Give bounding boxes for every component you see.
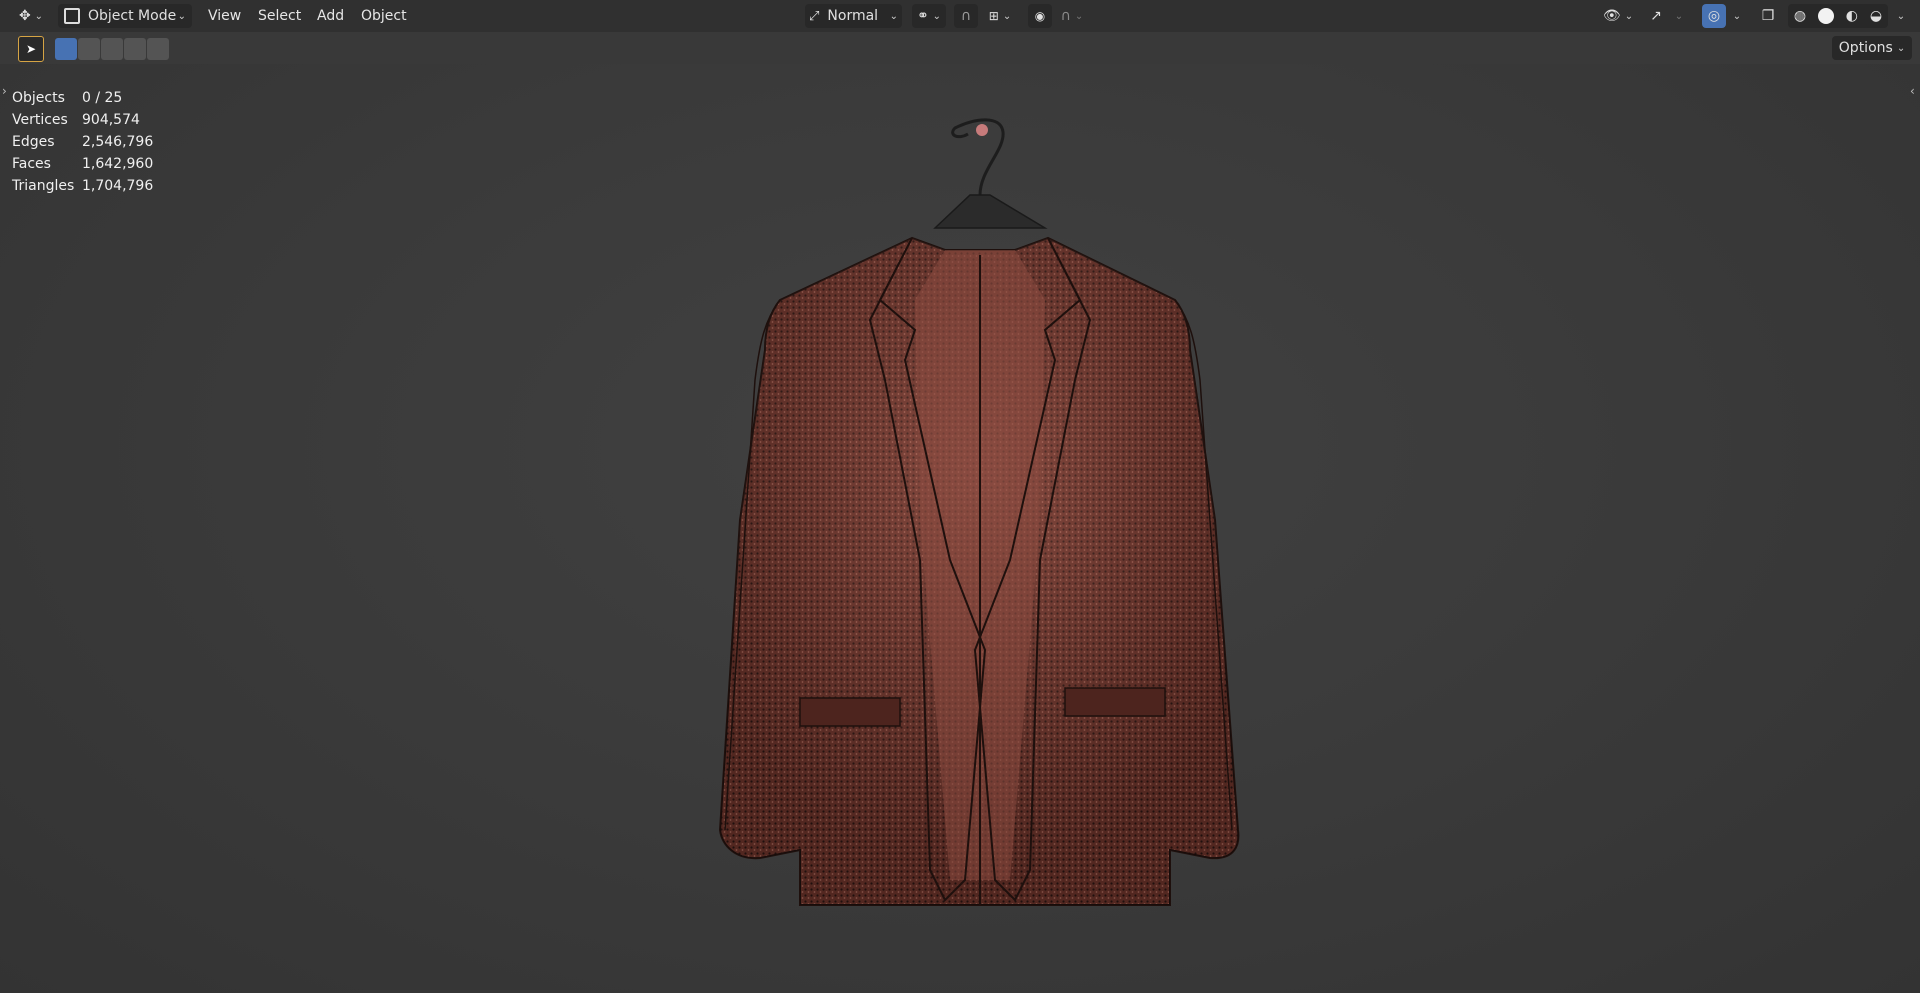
eye-icon: 👁 xyxy=(1602,8,1621,24)
transform-orientation-dropdown[interactable]: ⤢ Normal ⌄ xyxy=(805,4,902,28)
select-intersect-icon[interactable] xyxy=(147,38,169,60)
gizmo-toggle[interactable]: ↗ xyxy=(1644,4,1668,28)
stat-row-objects: Objects 0 / 25 xyxy=(12,90,123,106)
menu-view[interactable]: View xyxy=(202,4,247,28)
tool-header xyxy=(0,32,1920,64)
falloff-curve-icon: ∩ xyxy=(1060,8,1071,24)
jacket-body xyxy=(718,236,1240,906)
falloff-dropdown[interactable]: ∩ ⌄ xyxy=(1054,4,1090,28)
overlays-toggle[interactable]: ◎ xyxy=(1702,4,1726,28)
shading-mode-group: ◍ ◐ ◒ xyxy=(1788,4,1888,28)
rendered-shading-icon[interactable]: ◒ xyxy=(1870,8,1882,24)
menu-select[interactable]: Select xyxy=(252,4,307,28)
menu-add[interactable]: Add xyxy=(311,4,350,28)
material-shading-icon[interactable]: ◐ xyxy=(1846,8,1858,24)
menu-object[interactable]: Object xyxy=(355,4,413,28)
object-mode-icon xyxy=(64,8,80,24)
chevron-down-icon: ⌄ xyxy=(1674,10,1684,22)
hanger-origin-dot xyxy=(976,124,988,136)
xray-toggle[interactable]: ❐ xyxy=(1756,4,1780,28)
chevron-down-icon: ⌄ xyxy=(1002,10,1012,22)
shading-dropdown[interactable]: ⌄ xyxy=(1892,4,1910,28)
viewport-header: ✥ ⌄ Object Mode ⌄ View Select Add Object … xyxy=(0,0,1920,32)
editor-type-button[interactable]: ✥ ⌄ xyxy=(12,4,50,28)
visibility-dropdown[interactable]: 👁 ⌄ xyxy=(1600,4,1636,28)
snap-increment-icon: ⊞ xyxy=(988,9,999,23)
chevron-down-icon: ⌄ xyxy=(1074,10,1084,22)
select-subtract-icon[interactable] xyxy=(101,38,123,60)
pivot-point-icon: ⚭ xyxy=(916,8,929,24)
gizmo-icon: ↗ xyxy=(1650,8,1662,24)
select-new-icon[interactable] xyxy=(55,38,77,60)
overlay-icon: ◎ xyxy=(1707,8,1721,24)
chevron-down-icon: ⌄ xyxy=(1896,10,1906,22)
pivot-point-dropdown[interactable]: ⚭ ⌄ xyxy=(912,4,946,28)
mode-dropdown[interactable]: Object Mode ⌄ xyxy=(58,4,192,28)
3d-viewport-icon: ✥ xyxy=(18,8,31,24)
stat-row-faces: Faces 1,642,960 xyxy=(12,156,154,172)
chevron-down-icon: ⌄ xyxy=(177,10,186,22)
chevron-down-icon: ⌄ xyxy=(1624,10,1634,22)
hanger xyxy=(933,118,1048,229)
chevron-down-icon: ⌄ xyxy=(1732,10,1742,22)
gizmo-dropdown[interactable]: ⌄ xyxy=(1670,4,1688,28)
sidebar-expand-icon[interactable]: ‹ xyxy=(1910,84,1915,98)
select-box-tool-icon: ➤ xyxy=(25,42,37,56)
select-invert-icon[interactable] xyxy=(124,38,146,60)
chevron-down-icon: ⌄ xyxy=(889,10,898,22)
chevron-down-icon: ⌄ xyxy=(932,10,942,22)
stat-row-triangles: Triangles 1,704,796 xyxy=(12,178,154,194)
xray-icon: ❐ xyxy=(1761,8,1775,24)
overlays-dropdown[interactable]: ⌄ xyxy=(1728,4,1746,28)
options-label: Options xyxy=(1838,40,1893,56)
proportional-edit-toggle[interactable]: ◉ xyxy=(1028,4,1052,28)
jacket-model[interactable] xyxy=(0,0,1920,993)
chevron-down-icon: ⌄ xyxy=(1896,42,1906,54)
chevron-down-icon: ⌄ xyxy=(34,10,44,22)
orientation-icon: ⤢ xyxy=(809,8,820,24)
options-dropdown[interactable]: Options ⌄ xyxy=(1832,36,1912,60)
select-box-tool-button[interactable]: ➤ xyxy=(18,36,44,62)
stat-row-edges: Edges 2,546,796 xyxy=(12,134,154,150)
mode-label: Object Mode xyxy=(88,8,177,24)
wireframe-shading-icon[interactable]: ◍ xyxy=(1794,8,1806,24)
snap-target-dropdown[interactable]: ⊞ ⌄ xyxy=(980,4,1020,28)
snap-toggle[interactable]: ∩ xyxy=(954,4,978,28)
proportional-edit-icon: ◉ xyxy=(1034,9,1046,23)
solid-shading-icon[interactable] xyxy=(1817,8,1834,24)
toolbar-expand-icon[interactable]: › xyxy=(2,84,7,98)
stat-row-vertices: Vertices 904,574 xyxy=(12,112,140,128)
magnet-icon: ∩ xyxy=(960,8,972,24)
transform-orientation-label: Normal xyxy=(827,8,879,24)
statistics-overlay: Objects 0 / 25 Vertices 904,574 Edges 2,546… xyxy=(12,87,153,197)
select-extend-icon[interactable] xyxy=(78,38,100,60)
